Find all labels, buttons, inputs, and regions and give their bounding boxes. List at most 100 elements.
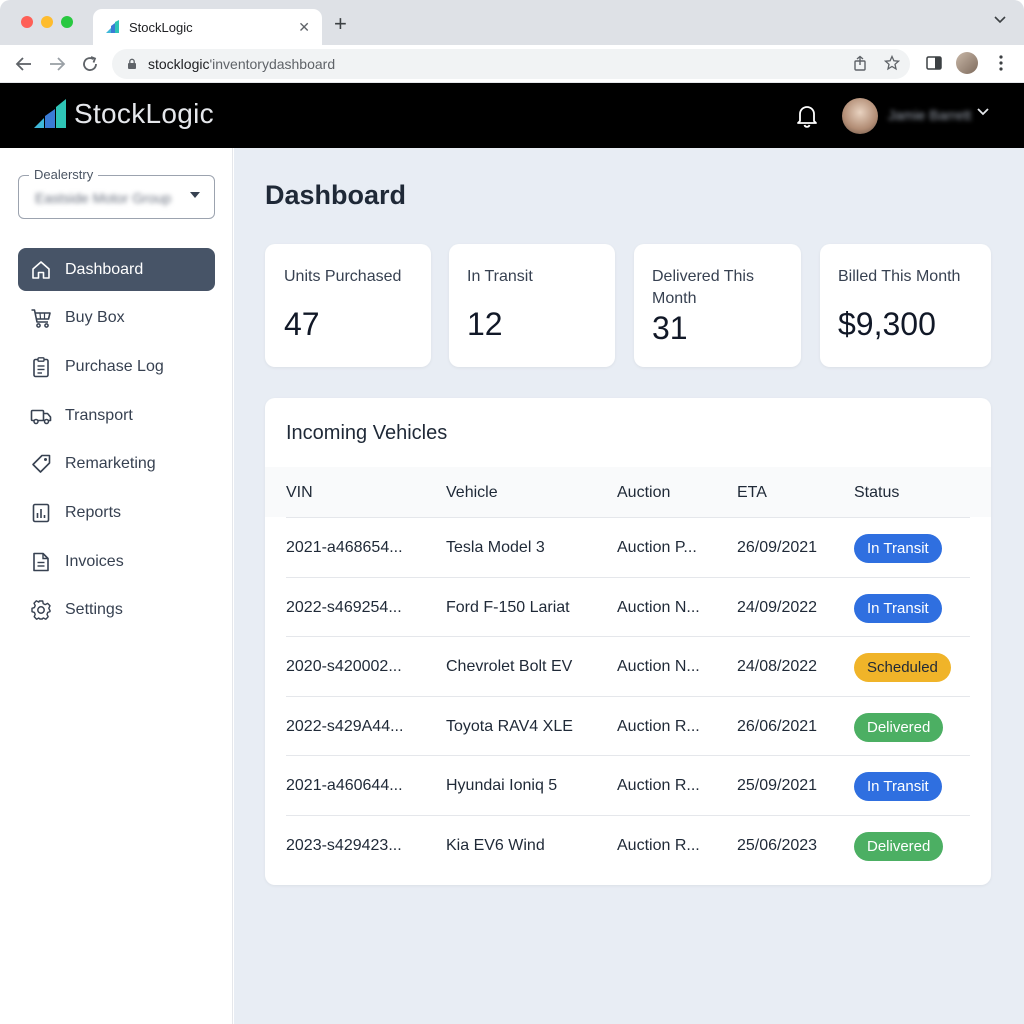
status-badge[interactable]: Scheduled: [854, 653, 951, 683]
table-row[interactable]: 2020-s420002... Chevrolet Bolt EV Auction …: [286, 637, 970, 697]
forward-arrow-icon[interactable]: [47, 54, 67, 74]
cell-vehicle: Hyundai Ioniq 5: [446, 777, 558, 795]
panel-title: Incoming Vehicles: [286, 422, 448, 444]
report-icon: [32, 503, 50, 523]
column-header-vehicle[interactable]: Vehicle: [446, 484, 498, 502]
tab-title: StockLogic: [129, 19, 193, 35]
lock-icon: [128, 58, 136, 69]
address-bar[interactable]: stocklogic'inventorydashboard: [112, 49, 910, 79]
cell-auction: Auction N...: [617, 658, 700, 676]
sidebar-item-label: Invoices: [65, 552, 124, 570]
browser-tab-bar: StockLogic ✕ +: [0, 0, 1024, 45]
browser-profile-avatar[interactable]: [956, 52, 978, 74]
new-tab-icon[interactable]: +: [334, 13, 347, 35]
dealership-select[interactable]: Dealerstry Eastside Motor Group: [18, 167, 215, 219]
sidebar-item-buy-box[interactable]: Buy Box: [18, 297, 215, 340]
document-icon: [33, 552, 49, 571]
cell-auction: Auction N...: [617, 598, 700, 616]
cell-auction: Auction R...: [617, 837, 700, 854]
status-badge[interactable]: In Transit: [854, 772, 942, 802]
clipboard-icon: [33, 356, 49, 378]
chevron-down-icon[interactable]: [977, 108, 989, 116]
stat-card-label: Units Purchased: [284, 268, 402, 285]
cell-auction: Auction R...: [617, 777, 700, 795]
cell-vehicle: Ford F-150 Lariat: [446, 598, 570, 616]
sidebar-item-label: Buy Box: [65, 309, 125, 327]
table-row[interactable]: 2022-s429A44... Toyota RAV4 XLE Auction R.…: [286, 697, 970, 757]
stat-card-value: 12: [467, 306, 503, 342]
sidebar-item-label: Remarketing: [65, 455, 156, 473]
cell-vehicle: Toyota RAV4 XLE: [446, 717, 573, 735]
column-header-auction[interactable]: Auction: [617, 484, 670, 502]
sidebar-item-label: Settings: [65, 601, 123, 619]
sidebar-item-remarketing[interactable]: Remarketing: [18, 443, 215, 486]
caret-down-icon: [190, 192, 200, 198]
sidebar-item-reports[interactable]: Reports: [18, 491, 215, 534]
sidebar-item-invoices[interactable]: Invoices: [18, 540, 215, 583]
bookmark-star-icon[interactable]: [884, 55, 900, 71]
tag-icon: [32, 454, 51, 474]
stocklogic-favicon-icon: [106, 20, 119, 33]
app-header: StockLogic Jamie Barrett: [0, 83, 1024, 148]
url-path: 'inventorydashboard: [209, 56, 336, 72]
home-icon: [32, 260, 50, 279]
main-content: Dashboard Units Purchased 47 In Transit …: [234, 148, 1024, 1024]
status-badge[interactable]: In Transit: [854, 593, 942, 623]
cell-eta: 25/09/2021: [737, 777, 818, 795]
table-row[interactable]: 2022-s469254... Ford F-150 Lariat Auction …: [286, 578, 970, 638]
sidebar-item-transport[interactable]: Transport: [18, 394, 215, 437]
sidebar-item-purchase-log[interactable]: Purchase Log: [18, 345, 215, 388]
cart-icon: [31, 309, 51, 329]
page-title: Dashboard: [265, 180, 407, 210]
cell-vin: 2020-s420002...: [286, 658, 402, 676]
stat-card-label: Delivered This Month: [652, 268, 754, 307]
close-window-button[interactable]: [21, 16, 33, 28]
close-tab-icon[interactable]: ✕: [298, 19, 310, 36]
stat-card-units-purchased: Units Purchased 47: [265, 244, 431, 367]
stat-card-value: 31: [652, 310, 688, 346]
sidebar-item-settings[interactable]: Settings: [18, 589, 215, 632]
sidebar-item-label: Dashboard: [65, 260, 144, 278]
stat-card-delivered-this-month: Delivered This Month 31: [634, 244, 801, 367]
column-header-vin[interactable]: VIN: [286, 484, 313, 502]
user-name[interactable]: Jamie Barrett: [888, 107, 971, 123]
truck-icon: [30, 409, 52, 424]
column-header-eta[interactable]: ETA: [737, 484, 767, 502]
column-header-status[interactable]: Status: [854, 484, 899, 502]
incoming-vehicles-panel: Incoming Vehicles VIN Vehicle Auction ET…: [265, 398, 991, 885]
notification-bell-icon[interactable]: [795, 103, 819, 129]
browser-toolbar: stocklogic'inventorydashboard: [0, 45, 1024, 83]
user-avatar[interactable]: [842, 98, 878, 134]
cell-auction: Auction R...: [617, 717, 700, 735]
back-arrow-icon[interactable]: [14, 54, 34, 74]
status-badge[interactable]: In Transit: [854, 534, 942, 563]
status-badge[interactable]: Delivered: [854, 712, 944, 742]
share-icon[interactable]: [852, 55, 868, 71]
logo-text: StockLogic: [74, 98, 214, 129]
stat-card-billed-this-month: Billed This Month $9,300: [820, 244, 991, 367]
reload-icon[interactable]: [80, 54, 100, 74]
minimize-window-button[interactable]: [41, 16, 53, 28]
stat-card-label: In Transit: [467, 268, 533, 285]
chevron-down-icon[interactable]: [994, 16, 1006, 24]
gear-icon: [31, 600, 51, 621]
browser-tab[interactable]: StockLogic ✕: [93, 9, 322, 45]
sidebar-panel-icon[interactable]: [925, 54, 943, 72]
status-badge[interactable]: Delivered: [854, 832, 944, 861]
table-row[interactable]: 2023-s429423... Kia EV6 Wind Auction R... 2…: [286, 816, 970, 876]
dealership-value: Eastside Motor Group: [35, 190, 172, 206]
dealership-label: Dealerstry: [29, 167, 99, 182]
stocklogic-logo[interactable]: StockLogic: [34, 98, 214, 130]
stat-card-in-transit: In Transit 12: [449, 244, 615, 367]
table-row[interactable]: 2021-a468654... Tesla Model 3 Auction P...…: [286, 518, 970, 578]
browser-menu-icon[interactable]: [994, 54, 1008, 72]
cell-vin: 2021-a468654...: [286, 539, 403, 556]
cell-eta: 25/06/2023: [737, 837, 818, 854]
cell-vehicle: Kia EV6 Wind: [446, 837, 545, 854]
table-row[interactable]: 2021-a460644... Hyundai Ioniq 5 Auction R.…: [286, 756, 970, 816]
sidebar-item-dashboard[interactable]: Dashboard: [18, 248, 215, 291]
cell-eta: 26/09/2021: [737, 539, 818, 556]
sidebar-item-label: Reports: [65, 503, 122, 521]
maximize-window-button[interactable]: [61, 16, 73, 28]
sidebar-nav: Dashboard Buy Box Purchase Log Transport…: [18, 248, 215, 638]
